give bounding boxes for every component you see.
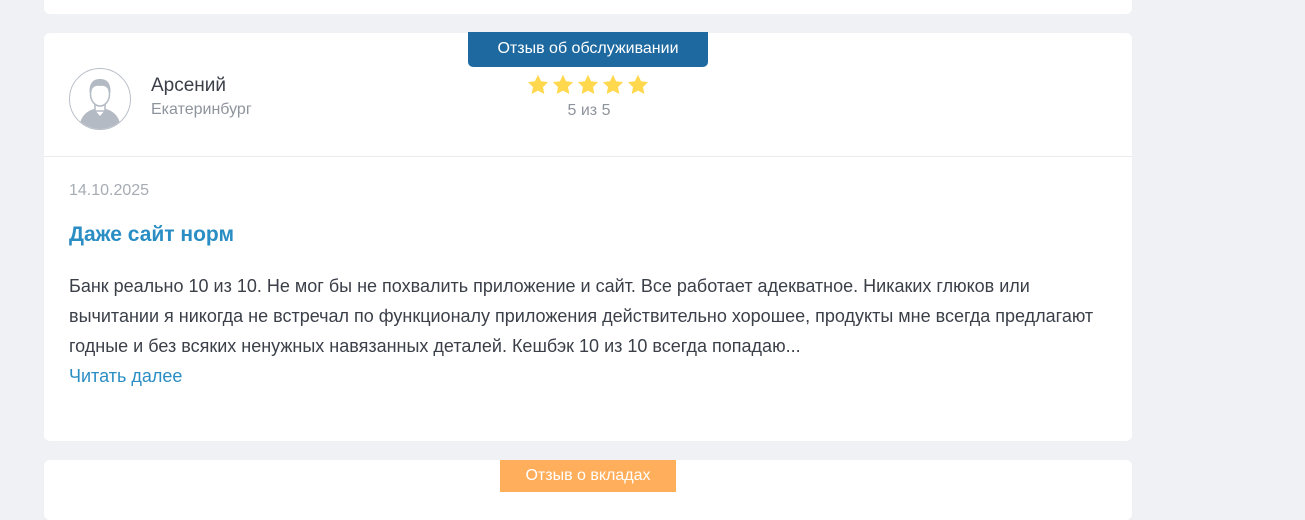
review-body: Банк реально 10 из 10. Не мог бы не похв… (69, 276, 1094, 356)
read-more-link[interactable]: Читать далее (69, 361, 182, 391)
card-divider (44, 156, 1132, 157)
star-icon (577, 74, 599, 94)
author-city: Екатеринбург (151, 101, 252, 118)
rating-label: 5 из 5 (567, 102, 611, 119)
star-icon (552, 74, 574, 94)
review-date: 14.10.2025 (69, 182, 150, 199)
review-title[interactable]: Даже сайт норм (69, 223, 234, 247)
author-name: Арсений (151, 75, 227, 96)
category-badge[interactable]: Отзыв об обслуживании (468, 32, 708, 67)
star-icon (527, 74, 549, 94)
rating-stars (526, 73, 652, 99)
previous-review-card (44, 0, 1132, 14)
next-review-card: Отзыв о вкладах (44, 460, 1132, 520)
star-icon (602, 74, 624, 94)
category-badge-next[interactable]: Отзыв о вкладах (500, 460, 676, 492)
review-card: Отзыв об обслуживании Арсений Екатеринбу… (44, 32, 1132, 441)
star-icon (627, 74, 649, 94)
user-avatar-icon (69, 68, 131, 130)
